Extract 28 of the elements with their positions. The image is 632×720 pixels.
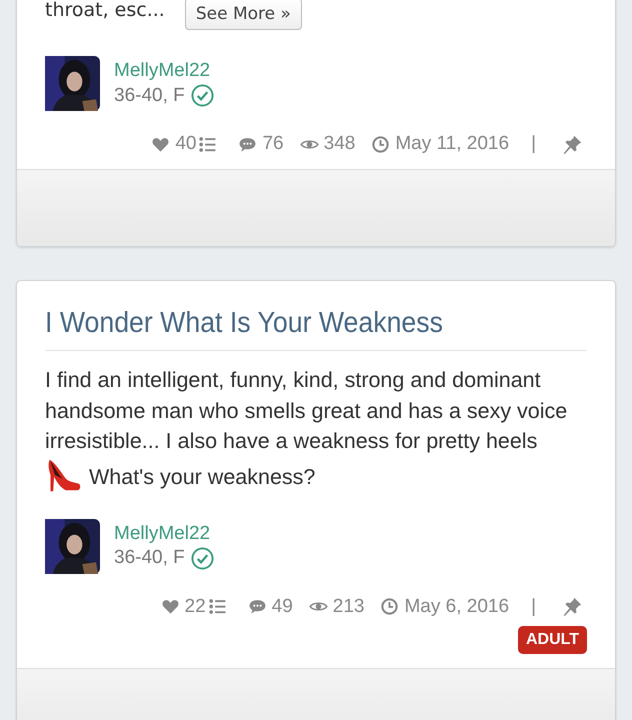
heart-icon[interactable] — [160, 597, 180, 616]
comment-icon[interactable] — [248, 597, 267, 616]
views-count: 213 — [332, 596, 364, 618]
username-link[interactable]: MellyMel22 — [114, 60, 214, 82]
list-icon[interactable] — [198, 134, 218, 154]
post-excerpt: throat, esc... — [45, 0, 165, 21]
post-date: May 11, 2016 — [395, 133, 510, 155]
clock-icon — [380, 597, 400, 616]
pushpin-icon[interactable] — [562, 134, 583, 154]
views-count: 348 — [324, 133, 356, 155]
clock-icon — [371, 134, 390, 154]
age-gender-text: 36-40, F — [114, 84, 185, 106]
pushpin-icon[interactable] — [562, 596, 583, 617]
separator-text: | — [531, 596, 536, 618]
likes-count: 22 — [184, 596, 206, 618]
list-icon[interactable] — [208, 597, 227, 616]
adult-badge: ADULT — [518, 626, 587, 654]
see-more-button[interactable]: See More » — [184, 0, 302, 30]
comments-count: 49 — [272, 596, 293, 618]
post-text: I find an intelligent, funny, kind, strong and dominant handsome man who smells great and has a sexy voice irresistible... I also have a weakness for pretty heels — [45, 367, 568, 455]
post-title[interactable]: I Wonder What Is Your Weakness — [45, 307, 443, 350]
username-link[interactable]: MellyMel22 — [114, 522, 214, 544]
comments-count: 76 — [262, 133, 284, 155]
post-text: What's your weakness? — [89, 464, 316, 491]
post-date: May 6, 2016 — [404, 596, 510, 618]
separator-text: | — [531, 133, 536, 155]
likes-count: 40 — [175, 133, 196, 155]
age-gender-text: 36-40, F — [114, 547, 185, 569]
